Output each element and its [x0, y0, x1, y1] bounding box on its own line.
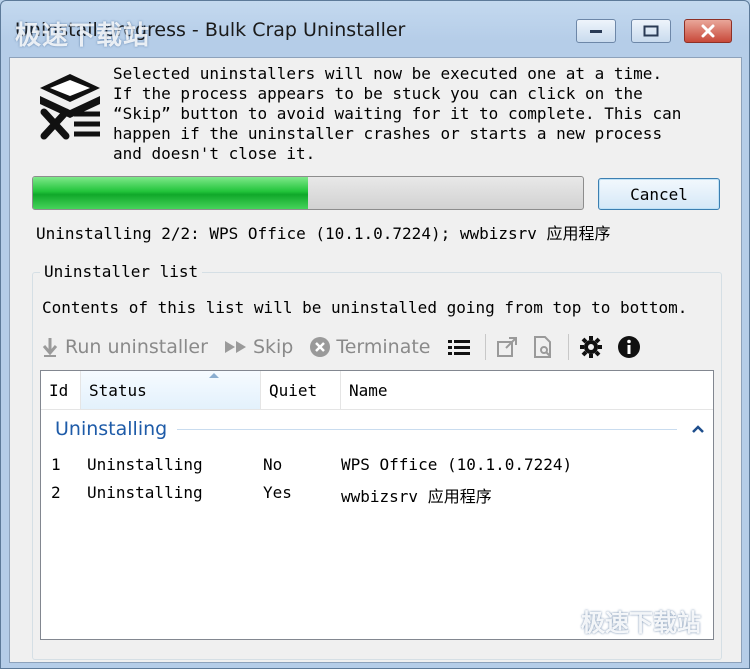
list-group-title: Uninstalling: [55, 418, 168, 440]
column-header-quiet[interactable]: Quiet: [261, 371, 341, 409]
uninstall-progress-bar: [32, 176, 584, 210]
group-divider: [177, 428, 677, 430]
title-bar[interactable]: Uninstall progress - Bulk Crap Uninstall…: [1, 1, 749, 59]
info-icon[interactable]: [617, 335, 641, 359]
close-icon: [701, 24, 715, 38]
maximize-icon: [643, 25, 659, 37]
intro-text: Selected uninstallers will now be execut…: [113, 64, 682, 163]
row-status: Uninstalling: [87, 455, 203, 474]
watermark-bottom: 极速下载站: [581, 609, 701, 637]
document-search-icon[interactable]: [532, 335, 554, 359]
row-id: 1: [51, 455, 61, 474]
column-header-id[interactable]: Id: [41, 371, 81, 409]
cancel-button[interactable]: Cancel: [598, 178, 720, 210]
row-id: 2: [51, 483, 61, 502]
maximize-button[interactable]: [631, 19, 671, 43]
dialog-body: Selected uninstallers will now be execut…: [9, 57, 742, 663]
row-name: wwbizsrv 应用程序: [341, 487, 492, 506]
terminate-icon: [310, 337, 331, 357]
minimize-button[interactable]: [576, 19, 616, 43]
list-header: Id Status Quiet Name: [41, 371, 713, 410]
column-header-status-label: Status: [89, 380, 147, 400]
column-header-name[interactable]: Name: [341, 371, 713, 409]
table-row[interactable]: 1 Uninstalling No WPS Office (10.1.0.722…: [41, 451, 713, 479]
fast-forward-icon: [224, 341, 246, 353]
row-status: Uninstalling: [87, 483, 203, 502]
toolbar-separator: [567, 334, 569, 360]
terminate-label: Terminate: [336, 336, 431, 358]
run-uninstaller-button[interactable]: Run uninstaller: [40, 336, 208, 358]
open-external-icon[interactable]: [496, 336, 518, 358]
list-description: Contents of this list will be uninstalle…: [42, 298, 688, 317]
uninstaller-list-view[interactable]: Id Status Quiet Name Uninstalling 1 Unin…: [40, 370, 714, 640]
list-toolbar: Run uninstaller Skip Terminate: [40, 330, 710, 364]
watermark: 极速下载站: [15, 21, 151, 51]
gear-icon[interactable]: [579, 335, 603, 359]
close-button[interactable]: [684, 19, 732, 43]
column-header-status[interactable]: Status: [81, 371, 261, 409]
table-row[interactable]: 2 Uninstalling Yes wwbizsrv 应用程序: [41, 479, 713, 507]
toolbar-separator: [484, 334, 486, 360]
row-quiet: No: [263, 455, 283, 474]
bulk-crap-uninstaller-logo-icon: [40, 74, 100, 140]
skip-button[interactable]: Skip: [224, 336, 293, 358]
uninstaller-list-label: Uninstaller list: [40, 262, 203, 281]
row-name: WPS Office (10.1.0.7224): [341, 455, 573, 474]
current-status-text: Uninstalling 2/2: WPS Office (10.1.0.722…: [36, 224, 611, 243]
list-group-header[interactable]: Uninstalling: [55, 417, 705, 441]
run-uninstaller-label: Run uninstaller: [65, 336, 208, 358]
skip-label: Skip: [252, 336, 294, 358]
terminate-button[interactable]: Terminate: [309, 336, 431, 358]
minimize-icon: [590, 30, 602, 33]
progress-fill: [33, 177, 308, 209]
list-view-icon[interactable]: [447, 337, 471, 357]
run-arrow-icon: [42, 338, 58, 357]
sort-ascending-icon: [209, 373, 219, 378]
uninstall-progress-window: Uninstall progress - Bulk Crap Uninstall…: [0, 0, 750, 669]
row-quiet: Yes: [263, 483, 292, 502]
collapse-chevron-icon[interactable]: [691, 424, 705, 434]
